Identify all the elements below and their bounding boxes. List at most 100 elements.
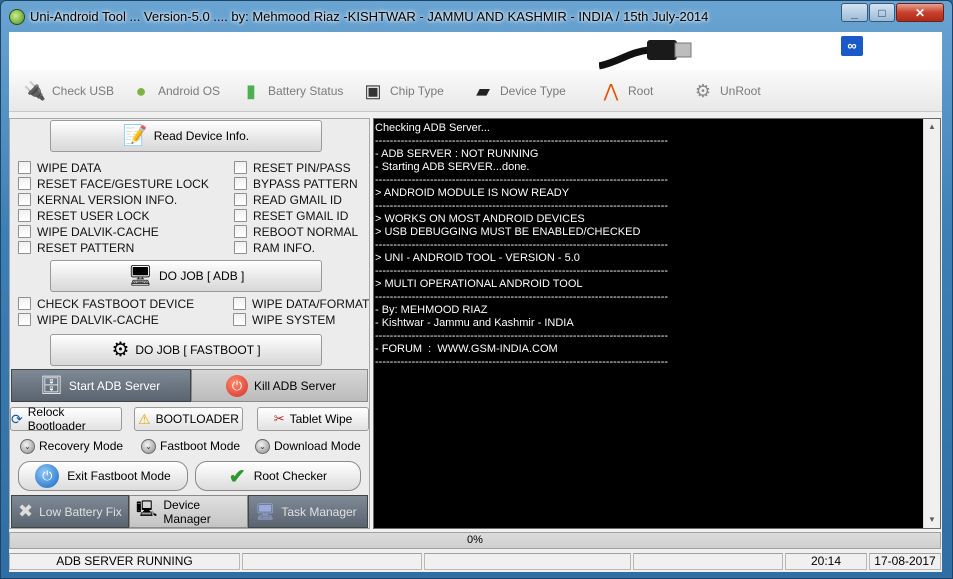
status-panel-empty-1	[242, 553, 422, 570]
checkbox-reset-face-gesture-lock[interactable]: RESET FACE/GESTURE LOCK	[18, 176, 209, 191]
checkbox-box[interactable]	[18, 177, 31, 190]
left-panel: 📝 Read Device Info. WIPE DATA RESET FACE…	[9, 118, 370, 529]
checkbox-fastboot-wipe-dalvik-cache[interactable]: WIPE DALVIK-CACHE	[18, 312, 159, 327]
battery-status-button[interactable]: ▮ Battery Status	[239, 78, 343, 104]
checkbox-reboot-normal[interactable]: REBOOT NORMAL	[234, 224, 358, 239]
kill-adb-server-button[interactable]: ⏻ Kill ADB Server	[191, 369, 368, 402]
recovery-mode-button[interactable]: ⌄ Recovery Mode	[20, 437, 123, 455]
unroot-button[interactable]: ⚙ UnRoot	[691, 78, 761, 104]
android-icon: ●	[135, 81, 147, 101]
compass-icon: ⋀	[603, 81, 619, 101]
status-panel-empty-2	[424, 553, 631, 570]
checkbox-box[interactable]	[18, 297, 31, 310]
checkbox-reset-user-lock[interactable]: RESET USER LOCK	[18, 208, 149, 223]
bootloader-button[interactable]: ⚠ BOOTLOADER	[134, 407, 243, 431]
read-device-info-button[interactable]: 📝 Read Device Info.	[50, 120, 322, 152]
device-type-button[interactable]: ▰ Device Type	[471, 78, 566, 104]
checkbox-read-gmail-id[interactable]: READ GMAIL ID	[234, 192, 342, 207]
wrench-icon: ✖	[18, 501, 34, 521]
usb-cable-image	[599, 40, 692, 70]
document-icon: 📝	[122, 125, 148, 147]
console-scrollbar[interactable]: ▲ ▼	[923, 119, 940, 528]
checkbox-box[interactable]	[18, 313, 31, 326]
checkbox-bypass-pattern[interactable]: BYPASS PATTERN	[234, 176, 358, 191]
checkbox-label: BYPASS PATTERN	[253, 176, 358, 191]
checkbox-wipe-system[interactable]: WIPE SYSTEM	[233, 312, 335, 327]
log-console[interactable]: Checking ADB Server... -----------------…	[373, 118, 941, 529]
tablet-wipe-button[interactable]: ✂ Tablet Wipe	[257, 407, 369, 431]
close-button[interactable]: ✕	[896, 3, 944, 22]
checkbox-box[interactable]	[18, 225, 31, 238]
checkbox-reset-gmail-id[interactable]: RESET GMAIL ID	[234, 208, 348, 223]
bootloader-label: BOOTLOADER	[155, 412, 239, 426]
chip-type-label: Chip Type	[390, 84, 444, 98]
checkbox-label: RAM INFO.	[253, 240, 315, 255]
device-type-label: Device Type	[500, 84, 566, 98]
checkbox-check-fastboot-device[interactable]: CHECK FASTBOOT DEVICE	[18, 296, 194, 311]
warning-icon: ⚠	[138, 410, 151, 427]
status-message: ADB SERVER RUNNING	[9, 553, 240, 570]
scroll-down-icon[interactable]: ▼	[924, 512, 940, 528]
gears-icon: ⚙	[111, 339, 130, 361]
device-manager-icon: 🖳	[136, 501, 158, 518]
title-bar[interactable]: Uni-Android Tool ... Version-5.0 .... by…	[1, 1, 952, 31]
checkbox-label: CHECK FASTBOOT DEVICE	[37, 296, 195, 311]
checkbox-label: WIPE DALVIK-CACHE	[37, 224, 159, 239]
checkbox-box[interactable]	[18, 209, 31, 222]
do-job-fastboot-button[interactable]: ⚙ DO JOB [ FASTBOOT ]	[50, 334, 322, 366]
minimize-icon: _	[851, 6, 858, 20]
checkbox-box[interactable]	[234, 209, 247, 222]
root-button[interactable]: ⋀ Root	[599, 78, 654, 104]
relock-bootloader-button[interactable]: ⟳ Relock Bootloader	[10, 405, 122, 433]
android-os-label: Android OS	[158, 84, 221, 98]
task-manager-label: Task Manager	[281, 504, 357, 519]
gear-icon: ⚙	[694, 81, 712, 101]
checkbox-wipe-dalvik-cache[interactable]: WIPE DALVIK-CACHE	[18, 224, 159, 239]
status-time: 20:14	[785, 553, 867, 570]
exit-fastboot-mode-button[interactable]: ⏻ Exit Fastboot Mode	[18, 461, 188, 491]
checkbox-box[interactable]	[18, 161, 31, 174]
download-mode-button[interactable]: ⌄ Download Mode	[255, 437, 361, 455]
minimize-button[interactable]: _	[841, 3, 868, 22]
chip-type-button[interactable]: ▣ Chip Type	[361, 78, 444, 104]
checkbox-label: WIPE SYSTEM	[252, 312, 336, 327]
log-text: Checking ADB Server... -----------------…	[375, 122, 669, 368]
chevron-down-icon: ⌄	[255, 438, 270, 454]
checkbox-box[interactable]	[234, 225, 247, 238]
chip-icon: ▣	[364, 81, 382, 101]
device-manager-button[interactable]: 🖳 Device Manager	[129, 495, 248, 528]
checkbox-box[interactable]	[234, 241, 247, 254]
fastboot-mode-button[interactable]: ⌄ Fastboot Mode	[141, 437, 240, 455]
checkbox-box[interactable]	[233, 297, 246, 310]
tablet-wipe-label: Tablet Wipe	[289, 412, 353, 426]
root-checker-button[interactable]: ✔ Root Checker	[195, 461, 361, 491]
server-icon: 🗄	[40, 375, 63, 395]
do-job-adb-button[interactable]: 🖥 DO JOB [ ADB ]	[50, 260, 322, 292]
status-date: 17-08-2017	[869, 553, 941, 570]
android-os-button[interactable]: ● Android OS	[129, 78, 220, 104]
checkbox-reset-pattern[interactable]: RESET PATTERN	[18, 240, 134, 255]
checkbox-kernal-version-info[interactable]: KERNAL VERSION INFO.	[18, 192, 177, 207]
checkbox-box[interactable]	[234, 177, 247, 190]
root-label: Root	[628, 84, 654, 98]
maximize-button[interactable]: □	[869, 3, 895, 22]
exit-fastboot-label: Exit Fastboot Mode	[67, 469, 171, 483]
checkbox-reset-pin-pass[interactable]: RESET PIN/PASS	[234, 160, 351, 175]
checkbox-box[interactable]	[18, 241, 31, 254]
checkbox-ram-info[interactable]: RAM INFO.	[234, 240, 315, 255]
low-battery-fix-label: Low Battery Fix	[39, 504, 122, 519]
checkbox-box[interactable]	[234, 161, 247, 174]
checkbox-wipe-data[interactable]: WIPE DATA	[18, 160, 101, 175]
checkbox-box[interactable]	[233, 313, 246, 326]
start-adb-server-button[interactable]: 🗄 Start ADB Server	[11, 369, 191, 402]
check-usb-button[interactable]: 🔌 Check USB	[23, 78, 114, 104]
checkbox-wipe-data-format[interactable]: WIPE DATA/FORMAT	[233, 296, 369, 311]
scroll-up-icon[interactable]: ▲	[924, 119, 940, 135]
checkbox-box[interactable]	[18, 193, 31, 206]
checkbox-box[interactable]	[234, 193, 247, 206]
task-manager-button[interactable]: 🖥 Task Manager	[248, 495, 368, 528]
maximize-icon: □	[878, 6, 886, 20]
progress-bar: 0%	[9, 532, 941, 549]
low-battery-fix-button[interactable]: ✖ Low Battery Fix	[11, 495, 129, 528]
status-panel-empty-3	[633, 553, 783, 570]
